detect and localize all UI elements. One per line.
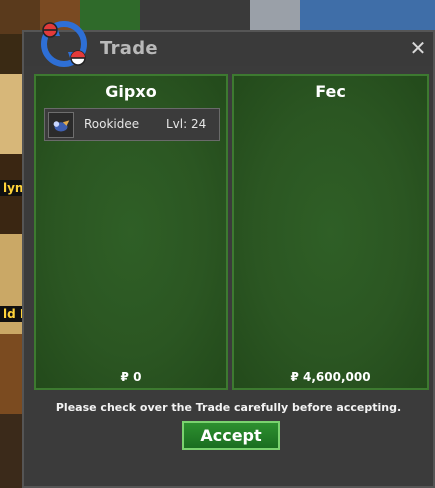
pokemon-level: Lvl: 24 <box>166 117 207 131</box>
offered-money: ₽ 4,600,000 <box>290 370 371 384</box>
trade-window: Trade ✕ Gipxo Rookidee Lvl: 24 ₽ 0 Fec ₽… <box>22 21 435 488</box>
right-offer-panel: Fec ₽ 4,600,000 <box>232 74 429 390</box>
trade-notice: Please check over the Trade carefully be… <box>55 401 402 414</box>
rookidee-sprite-icon <box>48 112 74 138</box>
pokemon-name: Rookidee <box>84 117 140 131</box>
offered-money: ₽ 0 <box>120 370 142 384</box>
trade-logo-icon <box>41 21 87 67</box>
left-offer-panel: Gipxo Rookidee Lvl: 24 ₽ 0 <box>34 74 228 390</box>
window-title: Trade <box>100 38 158 59</box>
trader-name: Fec <box>315 82 346 101</box>
close-icon[interactable]: ✕ <box>409 36 427 60</box>
offered-pokemon-slot[interactable]: Rookidee Lvl: 24 <box>44 108 220 141</box>
trader-name: Gipxo <box>105 82 157 101</box>
accept-button[interactable]: Accept <box>182 421 280 450</box>
